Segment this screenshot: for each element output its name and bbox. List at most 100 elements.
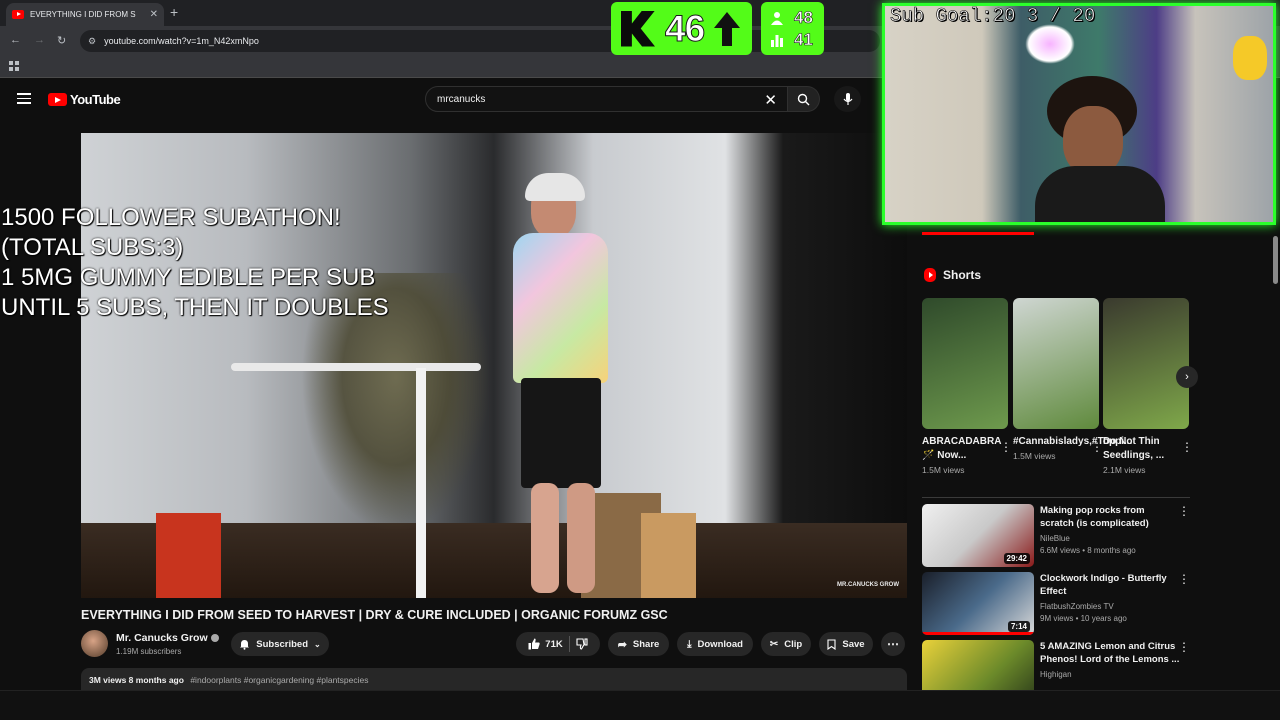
sub-goal-text: Sub Goal:20 3 / 20 [890, 5, 1096, 28]
search-button[interactable] [788, 86, 820, 112]
webcam-overlay [882, 3, 1276, 225]
more-horizontal-icon: ⋯ [887, 637, 899, 651]
microphone-icon [843, 92, 852, 105]
page-scrollbar[interactable] [1273, 236, 1278, 284]
short-title[interactable]: #Cannabisladys,#Toppi... [1013, 435, 1132, 449]
menu-icon[interactable] [17, 93, 31, 104]
watch-progress-bar [922, 632, 1034, 635]
shorts-heading-text: Shorts [943, 268, 982, 282]
more-actions-button[interactable]: ⋯ [881, 632, 905, 656]
more-vertical-icon[interactable]: ⋮ [1000, 440, 1012, 454]
short-card[interactable]: ABRACADABRA 🪄 Now... 1.5M views ⋮ [922, 298, 1012, 475]
short-card[interactable]: #Cannabisladys,#Toppi... 1.5M views ⋮ [1013, 298, 1132, 461]
back-icon[interactable]: ← [10, 34, 21, 46]
site-info-icon[interactable]: ⚙ [88, 36, 96, 47]
stat-row-bottom: 41 [770, 30, 813, 50]
bar-chart-icon [771, 35, 783, 47]
recommended-channel[interactable]: FlatbushZombies TV [1040, 602, 1180, 611]
arrow-up-icon [714, 11, 741, 46]
share-button[interactable]: ➦ Share [608, 632, 669, 656]
download-button[interactable]: ⤓ Download [677, 632, 753, 656]
short-thumbnail[interactable] [922, 298, 1008, 429]
chevron-right-icon: › [1185, 371, 1189, 383]
video-duration: 7:14 [1007, 621, 1030, 632]
recommended-info: Clockwork Indigo - Butterfly Effect Flat… [1040, 572, 1180, 623]
short-views: 2.1M views [1103, 465, 1146, 475]
video-title: EVERYTHING I DID FROM SEED TO HARVEST | … [81, 608, 668, 622]
views-and-date: 3M views 8 months ago [89, 675, 184, 685]
voice-search-button[interactable] [834, 86, 861, 112]
more-vertical-icon[interactable]: ⋮ [1181, 440, 1193, 454]
thumbs-up-icon [528, 638, 540, 650]
more-vertical-icon[interactable]: ⋮ [1178, 572, 1190, 586]
short-views: 1.5M views [1013, 451, 1056, 461]
recommended-title[interactable]: Making pop rocks from scratch (is compli… [1040, 504, 1180, 530]
subathon-line: 1 5MG GUMMY EDIBLE PER SUB [1, 264, 376, 291]
clip-label: Clip [784, 638, 803, 650]
bookmark-icon [827, 638, 836, 650]
forward-icon[interactable]: → [34, 34, 45, 46]
short-title[interactable]: ABRACADABRA 🪄 Now... [922, 435, 1001, 463]
short-card[interactable]: Do Not Thin Seedlings, ... 2.1M views ⋮ [1103, 298, 1193, 475]
watched-progress-bar [922, 232, 1034, 235]
recommended-video[interactable]: 29:42 Making pop rocks from scratch (is … [922, 504, 1190, 568]
short-title[interactable]: Do Not Thin Seedlings, ... [1103, 435, 1175, 463]
webcam-scene-streamer [1035, 76, 1165, 222]
recommended-video[interactable]: 7:14 Clockwork Indigo - Butterfly Effect… [922, 572, 1190, 636]
youtube-logo-text: YouTube [70, 92, 121, 107]
subathon-overlay: 1500 FOLLOWER SUBATHON! (TOTAL SUBS:3) 1… [1, 203, 389, 323]
clip-button[interactable]: ✂ Clip [761, 632, 811, 656]
video-scene-bin [156, 513, 221, 598]
close-tab-icon[interactable]: ✕ [150, 9, 158, 20]
subathon-line: 1500 FOLLOWER SUBATHON! [1, 204, 341, 231]
omnibox[interactable]: ⚙ youtube.com/watch?v=1m_N42xmNpo [80, 30, 880, 52]
subscribed-button[interactable]: Subscribed ⌄ [231, 632, 329, 656]
recommended-title[interactable]: 5 AMAZING Lemon and Citrus Phenos! Lord … [1040, 640, 1180, 666]
browser-tab[interactable]: EVERYTHING I DID FROM S ✕ [6, 3, 164, 26]
apps-grid-icon[interactable] [9, 61, 19, 71]
subathon-line: UNTIL 5 SUBS, THEN IT DOUBLES [1, 294, 389, 321]
recommended-title[interactable]: Clockwork Indigo - Butterfly Effect [1040, 572, 1180, 598]
recommended-info: 5 AMAZING Lemon and Citrus Phenos! Lord … [1040, 640, 1180, 679]
new-tab-icon[interactable]: + [170, 4, 178, 20]
url-text: youtube.com/watch?v=1m_N42xmNpo [104, 36, 259, 46]
more-vertical-icon[interactable]: ⋮ [1178, 504, 1190, 518]
shorts-icon [924, 268, 936, 282]
search-input[interactable] [437, 93, 757, 105]
clear-search-icon[interactable]: ✕ [764, 91, 777, 109]
kick-logo-icon [621, 10, 655, 47]
description-box[interactable]: 3M views 8 months ago #indoorplants #org… [81, 668, 907, 692]
stat-bottom-value: 41 [794, 30, 814, 50]
reload-icon[interactable]: ↻ [57, 34, 66, 47]
short-thumbnail[interactable] [1103, 298, 1189, 429]
recommended-channel[interactable]: NileBlue [1040, 534, 1180, 543]
video-scene-person [501, 173, 611, 593]
like-button[interactable]: 71K [528, 638, 563, 650]
save-button[interactable]: Save [819, 632, 873, 656]
recommended-thumbnail[interactable]: 29:42 [922, 504, 1034, 567]
short-views: 1.5M views [922, 465, 965, 475]
recommended-info: Making pop rocks from scratch (is compli… [1040, 504, 1180, 555]
kick-count: 46 [664, 7, 705, 49]
channel-name-text[interactable]: Mr. Canucks Grow [116, 632, 208, 644]
shorts-next-button[interactable]: › [1176, 366, 1198, 388]
subscribed-label: Subscribed [256, 638, 309, 650]
channel-name[interactable]: Mr. Canucks Grow [116, 632, 219, 644]
short-thumbnail[interactable] [1013, 298, 1099, 429]
tab-title: EVERYTHING I DID FROM S [30, 10, 136, 19]
taskbar [0, 690, 1280, 720]
recommended-channel[interactable]: Highigan [1040, 670, 1180, 679]
more-vertical-icon[interactable]: ⋮ [1091, 440, 1103, 454]
like-count: 71K [545, 638, 563, 650]
search-box: ✕ [425, 86, 788, 112]
thumbs-down-icon[interactable] [576, 638, 588, 650]
more-vertical-icon[interactable]: ⋮ [1178, 640, 1190, 654]
hashtags[interactable]: #indoorplants #organicgardening #plantsp… [190, 675, 368, 685]
channel-avatar[interactable] [81, 630, 108, 657]
share-icon: ➦ [617, 638, 627, 651]
chevron-down-icon: ⌄ [314, 639, 321, 649]
recommended-thumbnail[interactable]: 7:14 [922, 572, 1034, 635]
youtube-logo[interactable]: YouTube [48, 92, 121, 107]
video-scene-rack [231, 363, 481, 371]
shorts-heading: Shorts [924, 268, 981, 282]
